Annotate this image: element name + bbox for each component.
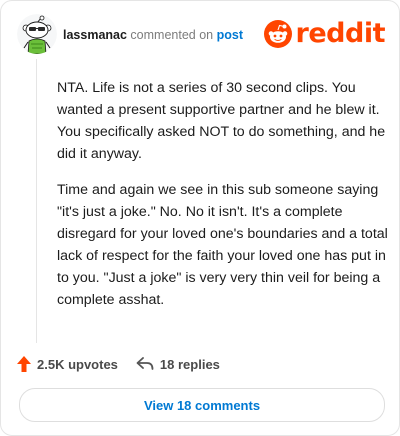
post-link[interactable]: post: [217, 28, 243, 42]
reddit-snoo-icon: [263, 20, 292, 48]
comment-actions: 2.5K upvotes 18 replies: [17, 353, 220, 375]
replies-button[interactable]: 18 replies: [136, 357, 220, 372]
comment-header: lassmanac commented on post reddit: [17, 14, 386, 54]
upvote-count: 2.5K upvotes: [37, 356, 118, 372]
snoo-avatar-icon: [17, 14, 57, 54]
view-comments-button[interactable]: View 18 comments: [19, 388, 385, 422]
user-avatar[interactable]: [17, 14, 57, 54]
byline-action-text: commented on: [130, 28, 214, 42]
comment-paragraph: Time and again we see in this sub someon…: [57, 182, 388, 308]
upvote-button[interactable]: 2.5K upvotes: [17, 356, 118, 372]
reply-arrow-icon: [136, 357, 154, 370]
reddit-wordmark: reddit: [295, 18, 386, 49]
comment-paragraph: NTA. Life is not a series of 30 second c…: [57, 80, 386, 162]
upvote-arrow-icon: [17, 356, 31, 372]
comment-card: lassmanac commented on post reddit NTA. …: [0, 0, 400, 436]
thread-line[interactable]: [36, 59, 37, 343]
reddit-logo[interactable]: reddit: [263, 18, 386, 49]
replies-count: 18 replies: [159, 356, 220, 372]
username-link[interactable]: lassmanac: [63, 28, 127, 42]
comment-body: NTA. Life is not a series of 30 second c…: [57, 77, 389, 325]
comment-byline: lassmanac commented on post: [63, 28, 243, 43]
